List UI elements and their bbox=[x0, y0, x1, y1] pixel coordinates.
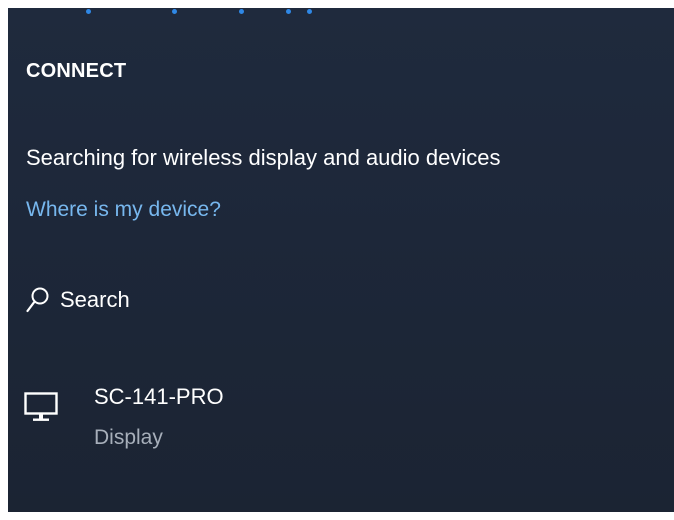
device-name: SC-141-PRO bbox=[94, 384, 224, 409]
progress-dot bbox=[86, 9, 91, 14]
progress-dot bbox=[307, 9, 312, 14]
search-button[interactable]: Search bbox=[26, 286, 130, 314]
search-status-text: Searching for wireless display and audio… bbox=[26, 145, 501, 170]
where-is-my-device-link[interactable]: Where is my device? bbox=[26, 198, 221, 222]
progress-dot bbox=[239, 9, 244, 14]
device-type: Display bbox=[94, 426, 163, 449]
panel-title: CONNECT bbox=[26, 60, 127, 82]
progress-dot bbox=[286, 9, 291, 14]
connect-panel: CONNECT Searching for wireless display a… bbox=[8, 8, 674, 512]
monitor-icon bbox=[24, 392, 58, 424]
searching-progress-indicator bbox=[8, 8, 674, 18]
progress-dot bbox=[172, 9, 177, 14]
device-list-item[interactable]: SC-141-PRO Display bbox=[22, 378, 642, 466]
search-icon bbox=[26, 286, 50, 314]
search-label: Search bbox=[60, 287, 130, 312]
